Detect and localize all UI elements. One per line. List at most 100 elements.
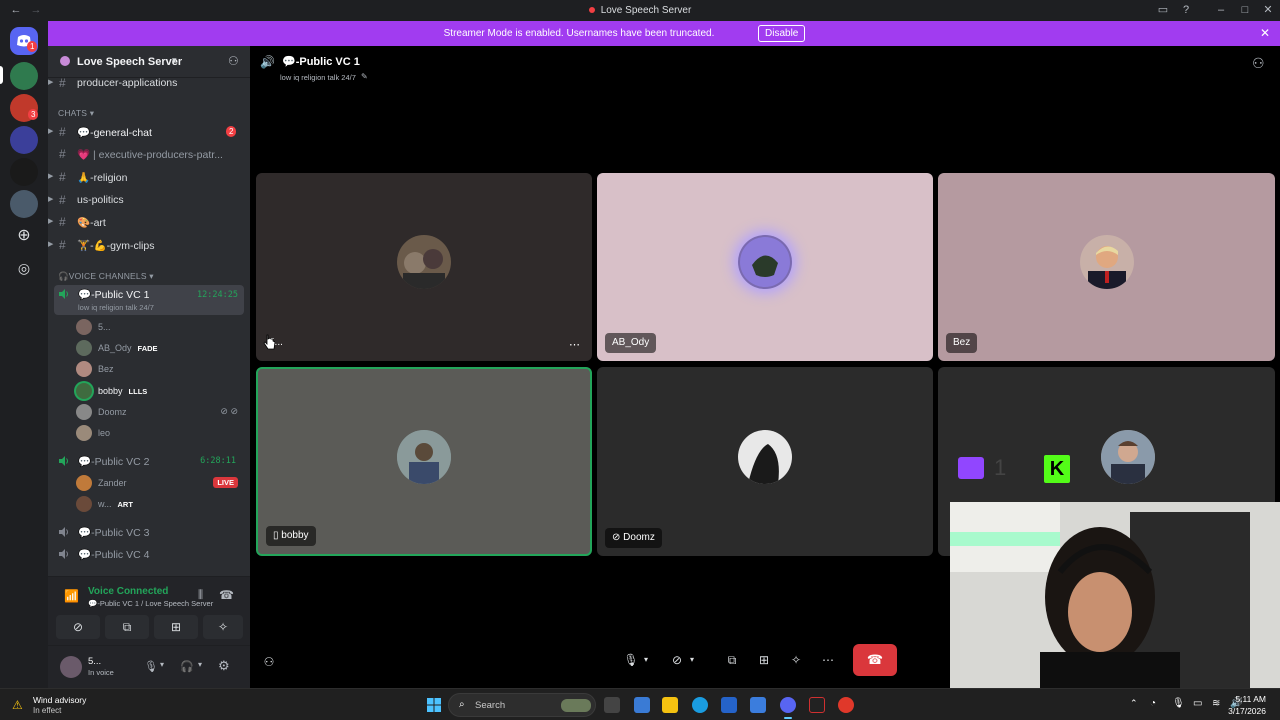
voice-user[interactable]: AB_Ody FADE (76, 338, 250, 358)
inbox-icon[interactable]: ▭ (1155, 3, 1171, 18)
screen-share-button[interactable]: ⧉ (718, 646, 746, 674)
channel-general-chat[interactable]: ▶ # 💬-general-chat 2 (48, 122, 250, 142)
noise-suppression-icon[interactable]: ⫼ (198, 589, 203, 602)
voice-status[interactable]: Voice Connected (88, 586, 168, 597)
channel-timer: 6:28:11 (200, 456, 236, 466)
avatar (76, 425, 92, 441)
mic-icon[interactable]: 🎙 (144, 660, 158, 673)
chevron-down-icon[interactable]: ▾ (160, 660, 164, 669)
camera-off-button[interactable]: ⊘ (56, 615, 100, 639)
participant-tile-speaking[interactable]: ▯ bobby (256, 367, 592, 556)
search-placeholder: Search (475, 700, 506, 711)
display-icon[interactable]: ▭ (1193, 698, 1202, 709)
expand-icon: ▶ (48, 79, 54, 86)
store-icon[interactable] (721, 697, 737, 713)
avatar (397, 429, 451, 484)
voice-user[interactable]: Doomz ⊘ ⊘ (76, 402, 250, 422)
start-icon[interactable] (426, 697, 442, 713)
discover-icon[interactable]: ◎ (10, 254, 38, 282)
channel-executive-producers[interactable]: # 💗 | executive-producers-patr... (48, 144, 250, 164)
participant-tile[interactable]: Bez (938, 173, 1275, 361)
close-banner-icon[interactable]: ✕ (1260, 26, 1270, 40)
activities-button[interactable]: ⊞ (154, 615, 198, 639)
voice-user[interactable]: leo (76, 423, 250, 443)
network-icon[interactable]: ◔ (1150, 698, 1156, 709)
gear-icon[interactable]: ⚙ (218, 658, 230, 674)
close-window-icon[interactable]: ✕ (1260, 3, 1276, 18)
channel-us-politics[interactable]: ▶ # us-politics (48, 190, 250, 210)
voice-user[interactable]: Zander LIVE (76, 473, 250, 493)
disconnect-icon[interactable]: ☎ (219, 588, 234, 602)
voice-user[interactable]: w... ART (76, 494, 250, 514)
voice-channel-public-vc-4[interactable]: 💬-Public VC 4 (58, 544, 244, 564)
streamer-mode-banner: Streamer Mode is enabled. Usernames have… (48, 21, 1280, 46)
voice-channel-public-vc-1[interactable]: 💬-Public VC 1 12:24:25 low iq religion t… (54, 285, 244, 315)
voice-location[interactable]: 💬-Public VC 1 / Love Speech Server (88, 599, 213, 608)
channel-gym-clips[interactable]: ▶ # 🏋-💪-gym-clips (48, 235, 250, 255)
voice-channel-public-vc-2[interactable]: 💬-Public VC 2 6:28:11 (58, 451, 244, 471)
weather-warning-icon: ⚠ (12, 698, 23, 712)
deafened-icon: ⊘ (612, 532, 624, 543)
outlook-icon[interactable] (750, 697, 766, 713)
weather-subtitle[interactable]: In effect (33, 706, 61, 715)
participant-tile[interactable]: 5... ⋯ (256, 173, 592, 361)
chrome-icon[interactable] (838, 697, 854, 713)
server-rail: 1 3 ⊕ ◎ (0, 21, 48, 688)
leave-call-button[interactable]: ☎ (853, 644, 897, 676)
soundboard-button[interactable]: ✧ (782, 646, 810, 674)
chevron-down-icon[interactable]: ▾ (684, 646, 700, 674)
clock-time[interactable]: 5:11 AM (1235, 694, 1266, 704)
copilot-icon[interactable] (634, 697, 650, 713)
category-chats[interactable]: CHATS ▾ (58, 108, 94, 119)
task-view-icon[interactable] (604, 697, 620, 713)
participant-tile[interactable]: AB_Ody (597, 173, 933, 361)
headphones-icon[interactable]: 🎧 (180, 660, 194, 673)
show-chat-icon[interactable]: ⚇ (1252, 55, 1265, 72)
file-explorer-icon[interactable] (662, 697, 678, 713)
disable-streamer-mode-button[interactable]: Disable (758, 25, 806, 42)
edit-pencil-icon[interactable]: ✎ (361, 72, 368, 81)
chevron-down-icon[interactable]: ▾ (198, 660, 202, 669)
wifi-icon[interactable]: ≋ (1212, 698, 1220, 709)
chevron-up-icon[interactable]: ⌃ (1130, 698, 1138, 709)
server-icon-love-speech[interactable] (10, 62, 38, 90)
avatar (76, 496, 92, 512)
expand-icon: ▶ (48, 241, 54, 248)
channel-religion[interactable]: ▶ # 🙏-religion (48, 167, 250, 187)
minimize-icon[interactable]: – (1213, 3, 1229, 18)
maximize-icon[interactable]: □ (1237, 3, 1253, 18)
discord-taskbar-icon[interactable] (780, 697, 796, 713)
edge-icon[interactable] (692, 697, 708, 713)
category-voice-channels[interactable]: 🎧VOICE CHANNELS ▾ (58, 271, 154, 282)
channel-art[interactable]: ▶ # 🎨-art (48, 212, 250, 232)
app-icon[interactable] (809, 697, 825, 713)
server-icon-3[interactable] (10, 126, 38, 154)
current-username: 5... (88, 656, 102, 667)
voice-channel-public-vc-3[interactable]: 💬-Public VC 3 (58, 522, 244, 542)
avatar[interactable] (60, 656, 82, 678)
current-user-status: In voice (88, 668, 114, 677)
server-icon-4[interactable] (10, 158, 38, 186)
hash-icon: # (59, 170, 66, 184)
server-icon-5[interactable] (10, 190, 38, 218)
activities-button[interactable]: ⊞ (750, 646, 778, 674)
voice-user[interactable]: bobby LLLS (76, 381, 250, 401)
chevron-down-icon[interactable]: ▾ (638, 646, 654, 674)
more-options-icon[interactable]: ⋯ (569, 338, 580, 351)
screen-share-button[interactable]: ⧉ (105, 615, 149, 639)
soundboard-button[interactable]: ✧ (203, 615, 243, 639)
invite-icon[interactable]: ⚇ (255, 648, 283, 676)
taskbar-search[interactable]: ⌕ Search (448, 693, 596, 717)
speaker-icon (59, 456, 68, 466)
weather-title[interactable]: Wind advisory (33, 695, 86, 705)
voice-user[interactable]: 5... (76, 317, 250, 337)
more-options-icon[interactable]: ⋯ (814, 646, 842, 674)
clock-date[interactable]: 3/17/2026 (1228, 706, 1266, 716)
add-server-icon[interactable]: ⊕ (10, 222, 38, 250)
mic-tray-icon[interactable]: 🎙 (1172, 698, 1185, 709)
voice-user[interactable]: Bez (76, 359, 250, 379)
help-icon[interactable]: ? (1178, 3, 1194, 18)
add-member-icon[interactable]: ⚇ (228, 54, 239, 68)
participant-tile[interactable]: ⊘ Doomz (597, 367, 933, 556)
channel-producer-applications[interactable]: ▶ # producer-applications (48, 73, 250, 93)
